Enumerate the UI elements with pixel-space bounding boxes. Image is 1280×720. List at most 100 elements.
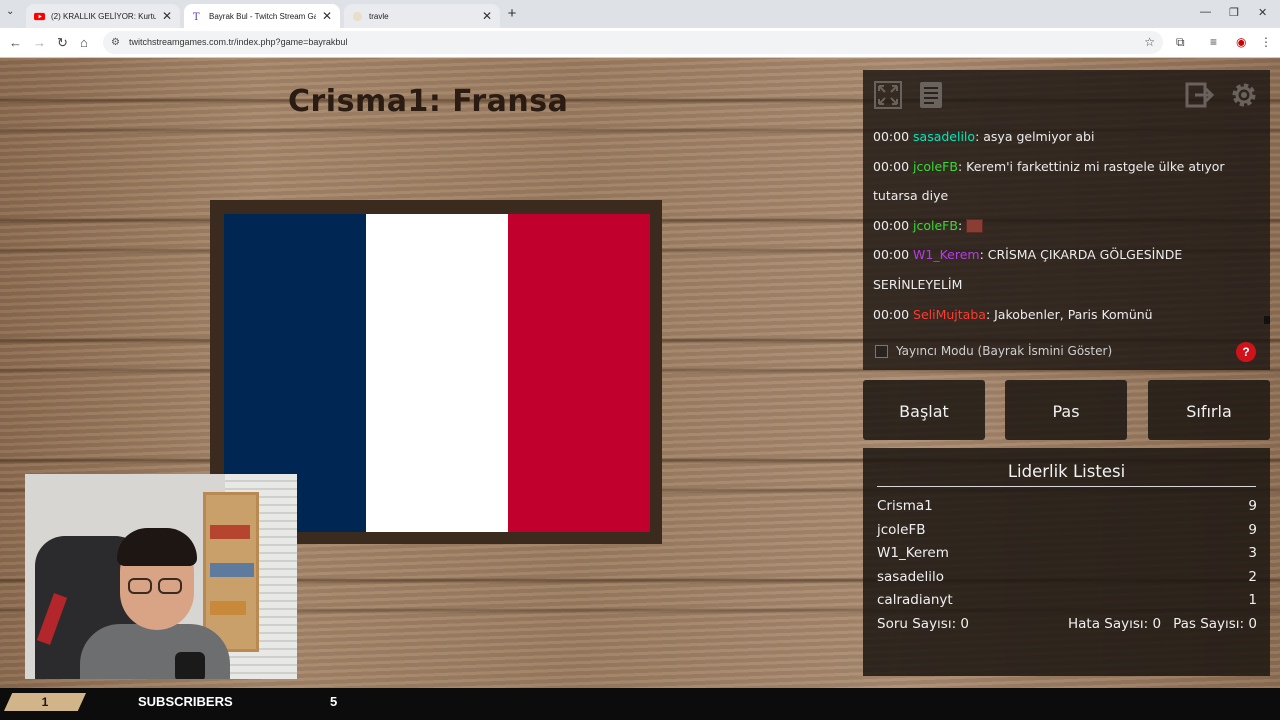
home-icon[interactable]: ⌂ (80, 35, 88, 50)
webcam-overlay (25, 474, 297, 679)
globe-icon (352, 11, 363, 21)
tab-title: Bayrak Bul - Twitch Stream Gam (209, 11, 316, 21)
profile-avatar-icon[interactable]: ◉ (1236, 35, 1246, 49)
leaderboard-divider (877, 486, 1256, 487)
pass-count: Pas Sayısı: 0 (1173, 616, 1257, 632)
leaderboard-row: Crisma1 9 (877, 498, 1257, 514)
player-name: jcoleFB (877, 521, 926, 538)
chat-text: : asya gelmiyor abi (975, 129, 1095, 144)
player-score: 2 (1248, 568, 1257, 585)
exit-icon (1185, 82, 1215, 108)
tab-title: travle (369, 11, 389, 21)
tab-travle[interactable]: travle ✕ (344, 4, 500, 28)
chat-username: jcoleFB (913, 217, 958, 233)
fullscreen-button[interactable] (869, 76, 907, 114)
leaderboard-row: W1_Kerem 3 (877, 545, 1257, 561)
chat-timestamp: 00:00 (873, 158, 910, 174)
notes-button[interactable] (912, 76, 950, 114)
chat-panel: 00:00 sasadelilo: asya gelmiyor abi 00:0… (863, 70, 1270, 370)
player-score: 9 (1248, 521, 1257, 538)
leaderboard-title: Liderlik Listesi (1007, 462, 1126, 481)
close-tab-icon[interactable]: ✕ (162, 9, 172, 23)
reload-icon[interactable]: ↻ (57, 35, 68, 51)
leaderboard-panel: Liderlik Listesi Crisma1 9 jcoleFB 9 W1_… (863, 448, 1270, 676)
exit-button[interactable] (1181, 76, 1219, 114)
media-control-icon[interactable]: ≡ (1210, 35, 1217, 49)
chat-timestamp: 00:00 (873, 247, 910, 263)
restore-icon[interactable]: ❐ (1229, 6, 1239, 19)
webcam-microphone (175, 652, 205, 679)
browser-toolbar: ← → ↻ ⌂ ⚙ twitchstreamgames.com.tr/index… (0, 28, 1280, 58)
streamer-mode-checkbox[interactable] (875, 344, 888, 358)
start-button[interactable]: Başlat (863, 380, 985, 440)
flag-stripe-red (508, 214, 650, 532)
chat-timestamp: 00:00 (873, 217, 910, 233)
error-count: Hata Sayısı: 0 (1068, 616, 1162, 632)
player-name: calradianyt (877, 592, 953, 608)
back-icon[interactable]: ← (9, 35, 22, 50)
leaderboard-row: sasadelilo 2 (877, 569, 1257, 585)
player-score: 3 (1248, 545, 1257, 561)
chat-message: 00:00 jcoleFB: Kerem'i farkettiniz mi ra… (873, 152, 1253, 211)
chat-timestamp: 00:00 (873, 306, 910, 322)
new-tab-button[interactable]: + (503, 5, 521, 23)
close-window-icon[interactable]: ✕ (1258, 6, 1267, 19)
close-tab-icon[interactable]: ✕ (482, 9, 492, 23)
subscribers-count: 5 (330, 694, 338, 709)
player-score: 9 (1248, 498, 1257, 514)
document-list-icon (920, 82, 942, 108)
extensions-icon[interactable]: ⧉ (1176, 35, 1185, 50)
url-text: twitchstreamgames.com.tr/index.php?game=… (129, 37, 348, 47)
chat-username: sasadelilo (913, 129, 976, 144)
leaderboard-row: calradianyt 1 (877, 592, 1257, 608)
chat-username: W1_Kerem (913, 247, 980, 263)
subscribers-label: SUBSCRIBERS (138, 694, 233, 709)
chat-message: 00:00 SeliMujtaba: Jakobenler, Paris Kom… (873, 300, 1253, 327)
tab-search-icon[interactable]: ⌄ (6, 6, 14, 17)
subscriber-badge: 1 (4, 693, 86, 711)
webcam-person-body (80, 624, 230, 679)
player-score: 1 (1248, 592, 1257, 608)
chat-emote-icon (966, 219, 984, 234)
chat-timestamp: 00:00 (873, 129, 910, 144)
gear-icon (1232, 83, 1256, 107)
browser-tab-bar: ⌄ (2) KRALLIK GELİYOR: Kurtuluş S ✕ T Ba… (0, 0, 1280, 28)
chat-message: 00:00 jcoleFB: (873, 211, 1253, 241)
fullscreen-icon (874, 81, 902, 109)
streamer-mode-toggle[interactable]: Yayıncı Modu (Bayrak İsmini Göster) (875, 344, 1112, 358)
settings-button[interactable] (1225, 76, 1263, 114)
chat-text: : (957, 217, 967, 233)
forward-icon[interactable]: → (33, 35, 46, 50)
chat-scrollbar[interactable] (1264, 316, 1270, 324)
chat-username: jcoleFB (913, 158, 958, 174)
menu-kebab-icon[interactable]: ⋮ (1260, 35, 1272, 49)
chat-message: 00:00 W1_Kerem: CRİSMA ÇIKARDA GÖLGESİND… (873, 240, 1253, 299)
chat-text: : Jakobenler, Paris Komünü (985, 306, 1153, 322)
pass-button[interactable]: Pas (1005, 380, 1127, 440)
bookmark-star-icon[interactable]: ☆ (1144, 31, 1155, 54)
streamer-mode-label: Yayıncı Modu (Bayrak İsmini Göster) (896, 344, 1113, 358)
player-name: Crisma1 (877, 498, 933, 514)
minimize-icon[interactable]: — (1200, 6, 1211, 18)
subscriber-bar: 1 SUBSCRIBERS 5 (0, 688, 1280, 720)
tab-youtube[interactable]: (2) KRALLIK GELİYOR: Kurtuluş S ✕ (26, 4, 180, 28)
player-name: W1_Kerem (877, 545, 949, 561)
svg-text:T: T (193, 12, 200, 22)
twitch-stream-games-icon: T (193, 12, 200, 22)
chat-messages: 00:00 sasadelilo: asya gelmiyor abi 00:0… (863, 122, 1263, 327)
chat-message: 00:00 sasadelilo: asya gelmiyor abi (873, 122, 1253, 152)
page-title: Crisma1: Fransa (288, 84, 569, 119)
youtube-icon (34, 12, 45, 20)
player-name: sasadelilo (877, 568, 944, 585)
webcam-bookshelf (203, 492, 259, 652)
flag-stripe-white (366, 214, 508, 532)
reset-button[interactable]: Sıfırla (1148, 380, 1270, 440)
address-bar[interactable]: ⚙ twitchstreamgames.com.tr/index.php?gam… (103, 31, 1163, 54)
tab-title: (2) KRALLIK GELİYOR: Kurtuluş S (51, 11, 156, 21)
question-count: Soru Sayısı: 0 (877, 616, 970, 632)
site-info-icon[interactable]: ⚙ (111, 31, 120, 54)
help-button[interactable]: ? (1236, 342, 1256, 362)
tab-bayrak-bul[interactable]: T Bayrak Bul - Twitch Stream Gam ✕ (184, 4, 340, 28)
leaderboard-row: jcoleFB 9 (877, 522, 1257, 538)
close-tab-icon[interactable]: ✕ (322, 9, 332, 23)
